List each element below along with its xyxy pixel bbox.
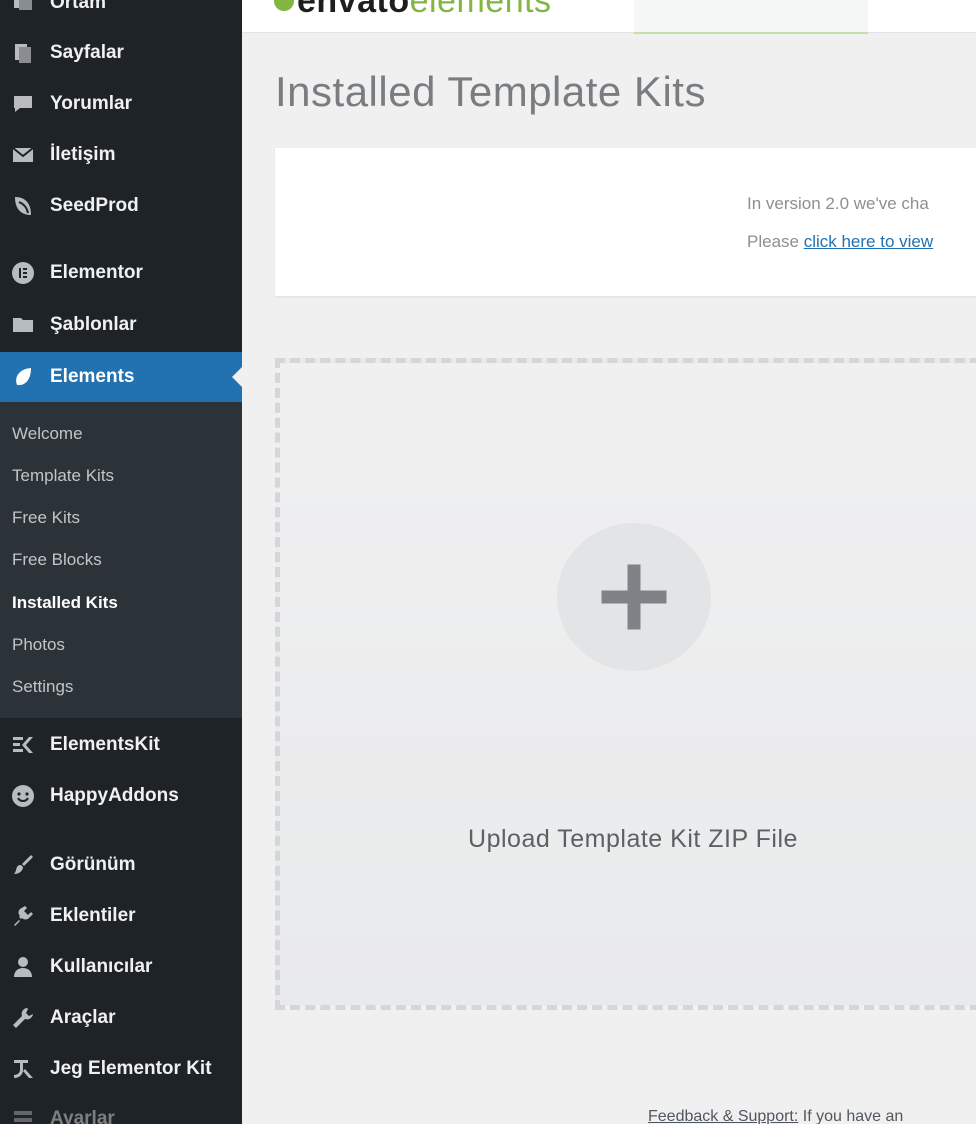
version-notice: In version 2.0 we've cha Please click he… — [275, 148, 976, 296]
happy-face-icon — [8, 781, 38, 811]
mail-icon — [8, 140, 38, 170]
folder-icon — [8, 310, 38, 340]
upload-label: Upload Template Kit ZIP File — [468, 825, 798, 853]
sidebar-item-label: Ayarlar — [50, 1108, 115, 1124]
pages-icon — [8, 38, 38, 68]
sidebar-item-label: HappyAddons — [50, 785, 179, 806]
sidebar-item-label: Jeg Elementor Kit — [50, 1058, 212, 1079]
logo-text-elements: elements — [409, 0, 552, 20]
sidebar-item-label: Eklentiler — [50, 905, 136, 926]
submenu-item-welcome[interactable]: Welcome — [12, 416, 83, 452]
envato-elements-logo[interactable]: envato elements — [274, 0, 552, 20]
sidebar-item-label: Yorumlar — [50, 93, 133, 114]
sidebar-item-label: Araçlar — [50, 1007, 116, 1028]
seedprod-icon — [8, 191, 38, 221]
sidebar-item-iletisim[interactable]: İletişim — [0, 130, 242, 180]
submenu-item-settings[interactable]: Settings — [12, 669, 73, 705]
sidebar-item-ayarlar[interactable]: Ayarlar — [0, 1094, 242, 1124]
top-nav-tab-active[interactable] — [634, 0, 868, 34]
sidebar-item-kullanicilar[interactable]: Kullanıcılar — [0, 942, 242, 992]
sidebar-item-jeg-elementor-kit[interactable]: Jeg Elementor Kit — [0, 1044, 242, 1094]
sidebar-item-sayfalar[interactable]: Sayfalar — [0, 28, 242, 78]
submenu-item-free-kits[interactable]: Free Kits — [12, 500, 80, 536]
wrench-icon — [8, 1003, 38, 1033]
upload-button[interactable] — [557, 523, 711, 671]
admin-sidebar: Ortam Sayfalar Yorumlar İletişim SeedPro… — [0, 0, 242, 1124]
comments-icon — [8, 89, 38, 119]
plus-icon — [601, 564, 667, 630]
envato-topbar: envato elements — [242, 0, 976, 34]
sidebar-item-label: Elements — [50, 366, 135, 387]
sidebar-item-label: SeedProd — [50, 195, 139, 216]
sidebar-item-label: Şablonlar — [50, 314, 137, 335]
page-title: Installed Template Kits — [275, 68, 706, 115]
logo-text-envato: envato — [297, 0, 410, 20]
elementor-icon — [8, 258, 38, 288]
main-content: envato elements Installed Template Kits … — [242, 0, 976, 1124]
sidebar-item-label: ElementsKit — [50, 734, 160, 755]
submenu-item-template-kits[interactable]: Template Kits — [12, 458, 114, 494]
plugin-icon — [8, 901, 38, 931]
sidebar-item-label: Sayfalar — [50, 42, 124, 63]
settings-icon — [8, 1104, 38, 1124]
sidebar-item-happyaddons[interactable]: HappyAddons — [0, 771, 242, 821]
feedback-text: If you have an — [798, 1108, 904, 1124]
notice-link[interactable]: click here to view — [804, 232, 933, 251]
elementskit-icon — [8, 730, 38, 760]
sidebar-item-sablonlar[interactable]: Şablonlar — [0, 300, 242, 350]
sidebar-item-label: Görünüm — [50, 854, 136, 875]
submenu-item-installed-kits[interactable]: Installed Kits — [12, 585, 118, 621]
elements-leaf-icon — [8, 362, 38, 392]
sidebar-item-seedprod[interactable]: SeedProd — [0, 181, 242, 231]
sidebar-item-ortam[interactable]: Ortam — [0, 0, 242, 28]
notice-prefix: Please — [747, 232, 804, 251]
envato-leaf-icon — [274, 0, 294, 11]
sidebar-item-elementskit[interactable]: ElementsKit — [0, 720, 242, 770]
top-nav-tab[interactable] — [868, 0, 976, 32]
user-icon — [8, 952, 38, 982]
sidebar-item-label: Kullanıcılar — [50, 956, 153, 977]
submenu-item-free-blocks[interactable]: Free Blocks — [12, 542, 102, 578]
upload-dropzone[interactable]: Upload Template Kit ZIP File — [275, 358, 976, 1010]
feedback-label[interactable]: Feedback & Support: — [648, 1108, 798, 1124]
sidebar-item-yorumlar[interactable]: Yorumlar — [0, 79, 242, 129]
notice-text: In version 2.0 we've cha — [747, 194, 929, 213]
notice-text-2: Please click here to view — [747, 232, 933, 252]
sidebar-item-label: Ortam — [50, 0, 106, 13]
sidebar-item-araclar[interactable]: Araçlar — [0, 993, 242, 1043]
elements-submenu: Welcome Template Kits Free Kits Free Blo… — [0, 402, 242, 718]
sidebar-item-label: Elementor — [50, 262, 143, 283]
sidebar-item-elements[interactable]: Elements — [0, 352, 242, 402]
feedback-footer: Feedback & Support: If you have an — [648, 1108, 903, 1124]
paintbrush-icon — [8, 850, 38, 880]
wp-admin-window: Ortam Sayfalar Yorumlar İletişim SeedPro… — [0, 0, 976, 1124]
jeg-icon — [8, 1054, 38, 1084]
sidebar-item-label: İletişim — [50, 144, 116, 165]
sidebar-item-elementor[interactable]: Elementor — [0, 248, 242, 298]
media-icon — [8, 0, 38, 18]
sidebar-item-gorunum[interactable]: Görünüm — [0, 840, 242, 890]
submenu-item-photos[interactable]: Photos — [12, 627, 65, 663]
sidebar-item-eklentiler[interactable]: Eklentiler — [0, 891, 242, 941]
